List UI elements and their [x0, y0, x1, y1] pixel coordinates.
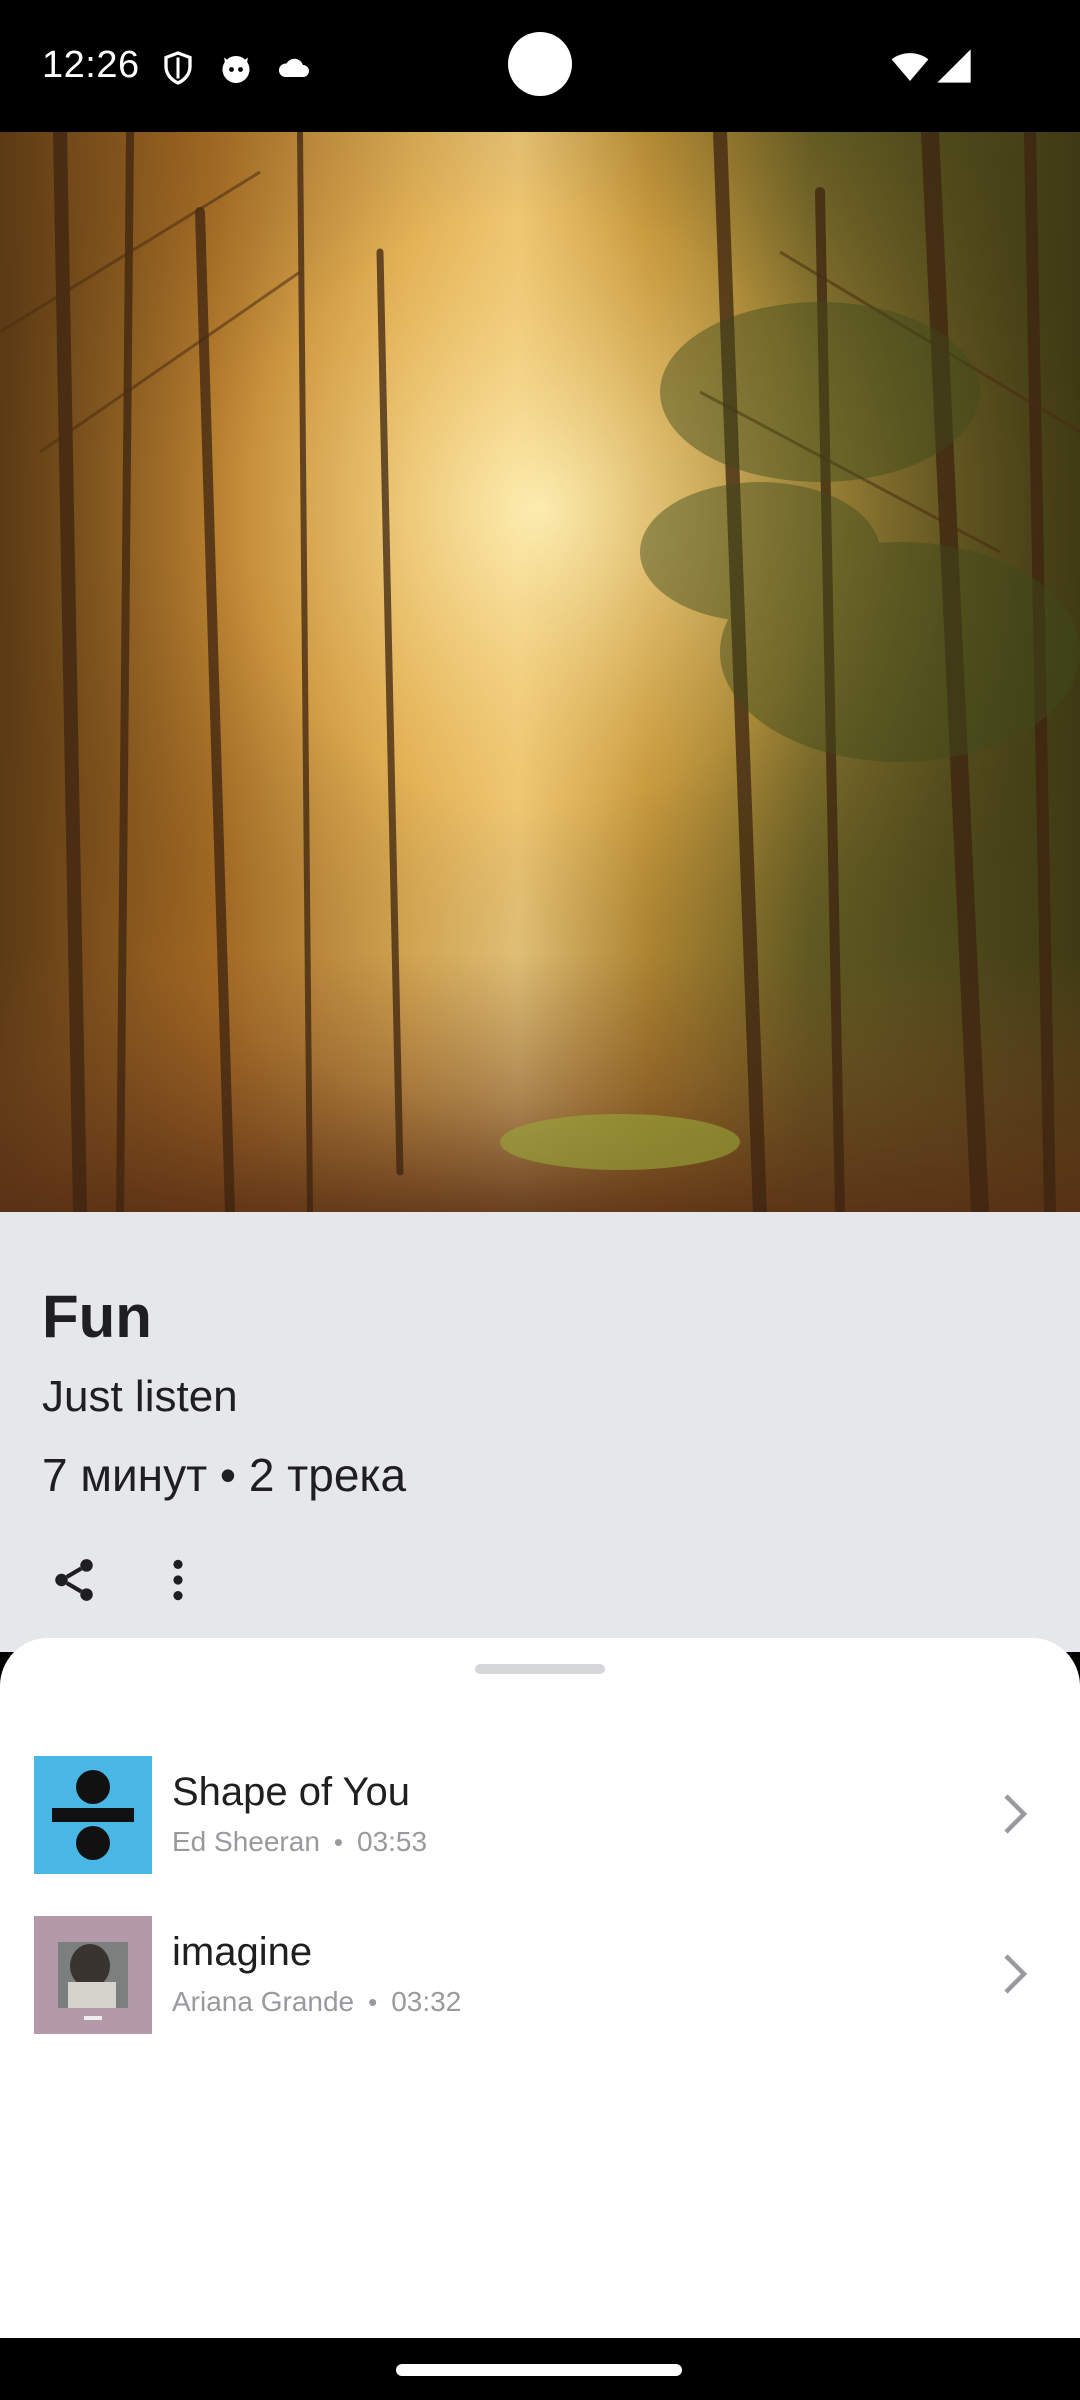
album-cover: [34, 1756, 152, 1874]
more-options-button[interactable]: [138, 1542, 218, 1622]
album-cover: [34, 1916, 152, 2034]
chevron-right-icon[interactable]: [992, 1944, 1038, 2004]
home-gesture-bar[interactable]: [396, 2364, 682, 2376]
status-time: 12:26: [42, 44, 140, 86]
more-vertical-icon: [153, 1555, 203, 1610]
track-subtitle: Ed Sheeran • 03:53: [172, 1826, 427, 1858]
camera-cutout: [508, 32, 572, 96]
separator-dot: •: [368, 1986, 378, 2017]
track-duration: 03:32: [391, 1986, 462, 2017]
signal-icon: [934, 46, 974, 86]
share-icon: [49, 1555, 99, 1610]
track-duration: 03:53: [357, 1826, 428, 1857]
track-row[interactable]: imagine Ariana Grande • 03:32: [0, 1894, 1080, 2054]
tracks-bottom-sheet: Shape of You Ed Sheeran • 03:53 imagine …: [0, 1638, 1080, 2338]
track-subtitle: Ariana Grande • 03:32: [172, 1986, 461, 2018]
playlist-meta: 7 минут • 2 трека: [42, 1449, 407, 1501]
playlist-title: Fun: [42, 1283, 152, 1350]
track-title: imagine: [172, 1930, 313, 1974]
sheet-drag-handle[interactable]: [475, 1664, 605, 1674]
cat-face-icon: [218, 50, 254, 86]
screen: 12:26 Fun Just listen 7 минут • 2 трека …: [0, 0, 1080, 2400]
playlist-info-panel: Fun Just listen 7 минут • 2 трека: [0, 1212, 1080, 1652]
wifi-icon: [890, 46, 930, 86]
cloud-icon: [276, 50, 312, 86]
track-artist: Ed Sheeran: [172, 1826, 320, 1857]
separator-dot: •: [333, 1826, 343, 1857]
playlist-description: Just listen: [42, 1372, 238, 1421]
track-title: Shape of You: [172, 1770, 411, 1814]
track-row[interactable]: Shape of You Ed Sheeran • 03:53: [0, 1734, 1080, 1894]
share-button[interactable]: [34, 1542, 114, 1622]
playlist-cover-image: [0, 132, 1080, 1212]
chevron-right-icon[interactable]: [992, 1784, 1038, 1844]
status-bar: 12:26: [0, 0, 1080, 132]
shield-icon: [160, 50, 196, 86]
track-artist: Ariana Grande: [172, 1986, 355, 2017]
